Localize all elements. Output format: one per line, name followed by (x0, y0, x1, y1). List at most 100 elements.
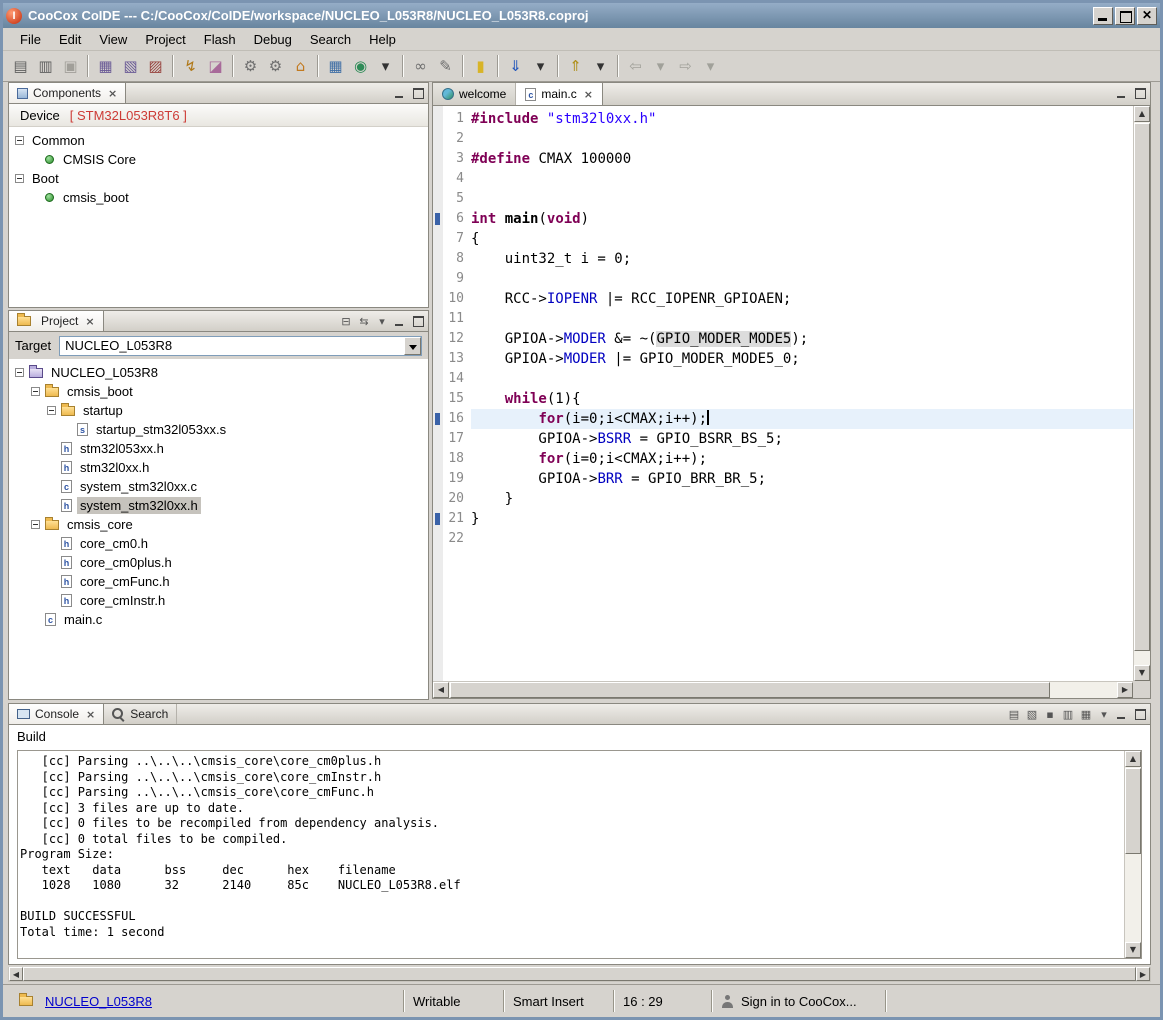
project-tree-item[interactable]: cmsis_core (9, 515, 428, 534)
clear-console-icon[interactable]: ▧ (1025, 707, 1039, 721)
code-line[interactable]: 11 (433, 309, 1133, 329)
minimize-icon[interactable] (393, 86, 407, 100)
project-tree-item[interactable]: hcore_cmFunc.h (9, 572, 428, 591)
gutter-ruler[interactable] (433, 409, 443, 429)
scroll-right-icon[interactable]: ▶ (1136, 967, 1150, 981)
gutter-ruler[interactable] (433, 249, 443, 269)
gutter-ruler[interactable] (433, 109, 443, 129)
highlight-icon[interactable]: ▮ (468, 54, 493, 79)
combo-dropdown-icon[interactable] (404, 337, 421, 355)
brush-icon[interactable]: ✎ (433, 54, 458, 79)
close-tab-icon[interactable]: × (85, 316, 94, 327)
gutter-ruler[interactable] (433, 349, 443, 369)
minimize-icon[interactable] (1115, 86, 1129, 100)
expander-icon[interactable] (31, 520, 40, 529)
code-line[interactable]: 1#include "stm32l0xx.h" (433, 109, 1133, 129)
console-output-box[interactable]: [cc] Parsing ..\..\..\cmsis_core\core_cm… (17, 750, 1142, 959)
close-window-button[interactable]: ✕ (1137, 7, 1157, 25)
components-tree-item[interactable]: CMSIS Core (9, 150, 428, 169)
repo-gear-icon[interactable]: ⚙ (263, 54, 288, 79)
menu-view[interactable]: View (90, 29, 136, 50)
compile-icon[interactable]: ▦ (93, 54, 118, 79)
erase-flash-icon[interactable]: ◪ (203, 54, 228, 79)
code-line[interactable]: 18 for(i=0;i<CMAX;i++); (433, 449, 1133, 469)
status-sign-in[interactable]: Sign in to CooCox... (713, 985, 885, 1017)
project-tree-item[interactable]: hcore_cm0plus.h (9, 553, 428, 572)
display-console-icon[interactable]: ▥ (1061, 707, 1075, 721)
gutter-ruler[interactable] (433, 489, 443, 509)
code-line[interactable]: 2 (433, 129, 1133, 149)
editor-vertical-scrollbar[interactable]: ▲ ▼ (1133, 106, 1150, 681)
perspective-grid-icon[interactable]: ▦ (323, 54, 348, 79)
scrollbar-thumb[interactable] (1134, 123, 1150, 651)
gutter-ruler[interactable] (433, 229, 443, 249)
project-tree-item[interactable]: hcore_cm0.h (9, 534, 428, 553)
code-editor[interactable]: 1#include "stm32l0xx.h"23#define CMAX 10… (433, 106, 1133, 681)
back-icon[interactable]: ⇦ (623, 54, 648, 79)
components-tree-item[interactable]: Boot (9, 169, 428, 188)
gutter-ruler[interactable] (433, 509, 443, 529)
tab-search[interactable]: Search (104, 704, 177, 724)
home-icon[interactable]: ⌂ (288, 54, 313, 79)
perspective-menu-icon[interactable]: ▾ (373, 54, 398, 79)
scrollbar-thumb[interactable] (23, 967, 1136, 981)
code-line[interactable]: 14 (433, 369, 1133, 389)
code-line[interactable]: 20 } (433, 489, 1133, 509)
code-line[interactable]: 9 (433, 269, 1133, 289)
expander-icon[interactable] (15, 136, 24, 145)
tab-project[interactable]: Project × (9, 311, 104, 331)
console-menu-icon[interactable]: ▾ (1097, 707, 1111, 721)
forward-icon[interactable]: ⇨ (673, 54, 698, 79)
code-line[interactable]: 13 GPIOA->MODER |= GPIO_MODER_MODE5_0; (433, 349, 1133, 369)
code-line[interactable]: 6int main(void) (433, 209, 1133, 229)
code-line[interactable]: 5 (433, 189, 1133, 209)
code-line[interactable]: 12 GPIOA->MODER &= ~(GPIO_MODER_MODE5); (433, 329, 1133, 349)
code-line[interactable]: 19 GPIOA->BRR = GPIO_BRR_BR_5; (433, 469, 1133, 489)
close-tab-icon[interactable]: × (108, 88, 117, 99)
gutter-ruler[interactable] (433, 369, 443, 389)
gutter-ruler[interactable] (433, 189, 443, 209)
gutter-ruler[interactable] (433, 469, 443, 489)
console-horizontal-scrollbar[interactable]: ◀ ▶ (8, 967, 1151, 982)
rebuild-icon[interactable]: ▨ (143, 54, 168, 79)
menu-edit[interactable]: Edit (50, 29, 90, 50)
minimize-window-button[interactable] (1093, 7, 1113, 25)
gutter-ruler[interactable] (433, 309, 443, 329)
code-line[interactable]: 7{ (433, 229, 1133, 249)
maximize-icon[interactable] (411, 314, 425, 328)
gutter-ruler[interactable] (433, 329, 443, 349)
new-file-icon[interactable]: ▤ (8, 54, 33, 79)
gutter-ruler[interactable] (433, 209, 443, 229)
collapse-all-icon[interactable]: ⊟ (339, 314, 353, 328)
project-tree-item[interactable]: csystem_stm32l0xx.c (9, 477, 428, 496)
open-console-icon[interactable]: ▦ (1079, 707, 1093, 721)
project-tree-item[interactable]: cmsis_boot (9, 382, 428, 401)
menu-flash[interactable]: Flash (195, 29, 245, 50)
scrollbar-thumb[interactable] (450, 682, 1050, 698)
scrollbar-thumb[interactable] (1125, 768, 1141, 854)
console-output[interactable]: [cc] Parsing ..\..\..\cmsis_core\core_cm… (20, 754, 1123, 958)
project-tree-item[interactable]: hstm32l053xx.h (9, 439, 428, 458)
forward-menu-icon[interactable]: ▾ (698, 54, 723, 79)
menu-help[interactable]: Help (360, 29, 405, 50)
editor-horizontal-scrollbar[interactable]: ◀ ▶ (433, 681, 1133, 698)
gutter-ruler[interactable] (433, 169, 443, 189)
menu-search[interactable]: Search (301, 29, 360, 50)
scroll-down-icon[interactable]: ▼ (1134, 665, 1150, 681)
view-menu-icon[interactable]: ▾ (375, 314, 389, 328)
maximize-icon[interactable] (1133, 707, 1147, 721)
code-line[interactable]: 15 while(1){ (433, 389, 1133, 409)
console-vertical-scrollbar[interactable]: ▲ ▼ (1124, 751, 1141, 958)
gutter-ruler[interactable] (433, 269, 443, 289)
build-icon[interactable]: ▧ (118, 54, 143, 79)
code-line[interactable]: 10 RCC->IOPENR |= RCC_IOPENR_GPIOAEN; (433, 289, 1133, 309)
program-flash-icon[interactable]: ↯ (178, 54, 203, 79)
code-line[interactable]: 21} (433, 509, 1133, 529)
scroll-up-icon[interactable]: ▲ (1134, 106, 1150, 122)
export-log-icon[interactable]: ▤ (1007, 707, 1021, 721)
maximize-icon[interactable] (411, 86, 425, 100)
close-tab-icon[interactable]: × (86, 709, 95, 720)
gutter-ruler[interactable] (433, 389, 443, 409)
gutter-ruler[interactable] (433, 429, 443, 449)
components-tree-item[interactable]: Common (9, 131, 428, 150)
